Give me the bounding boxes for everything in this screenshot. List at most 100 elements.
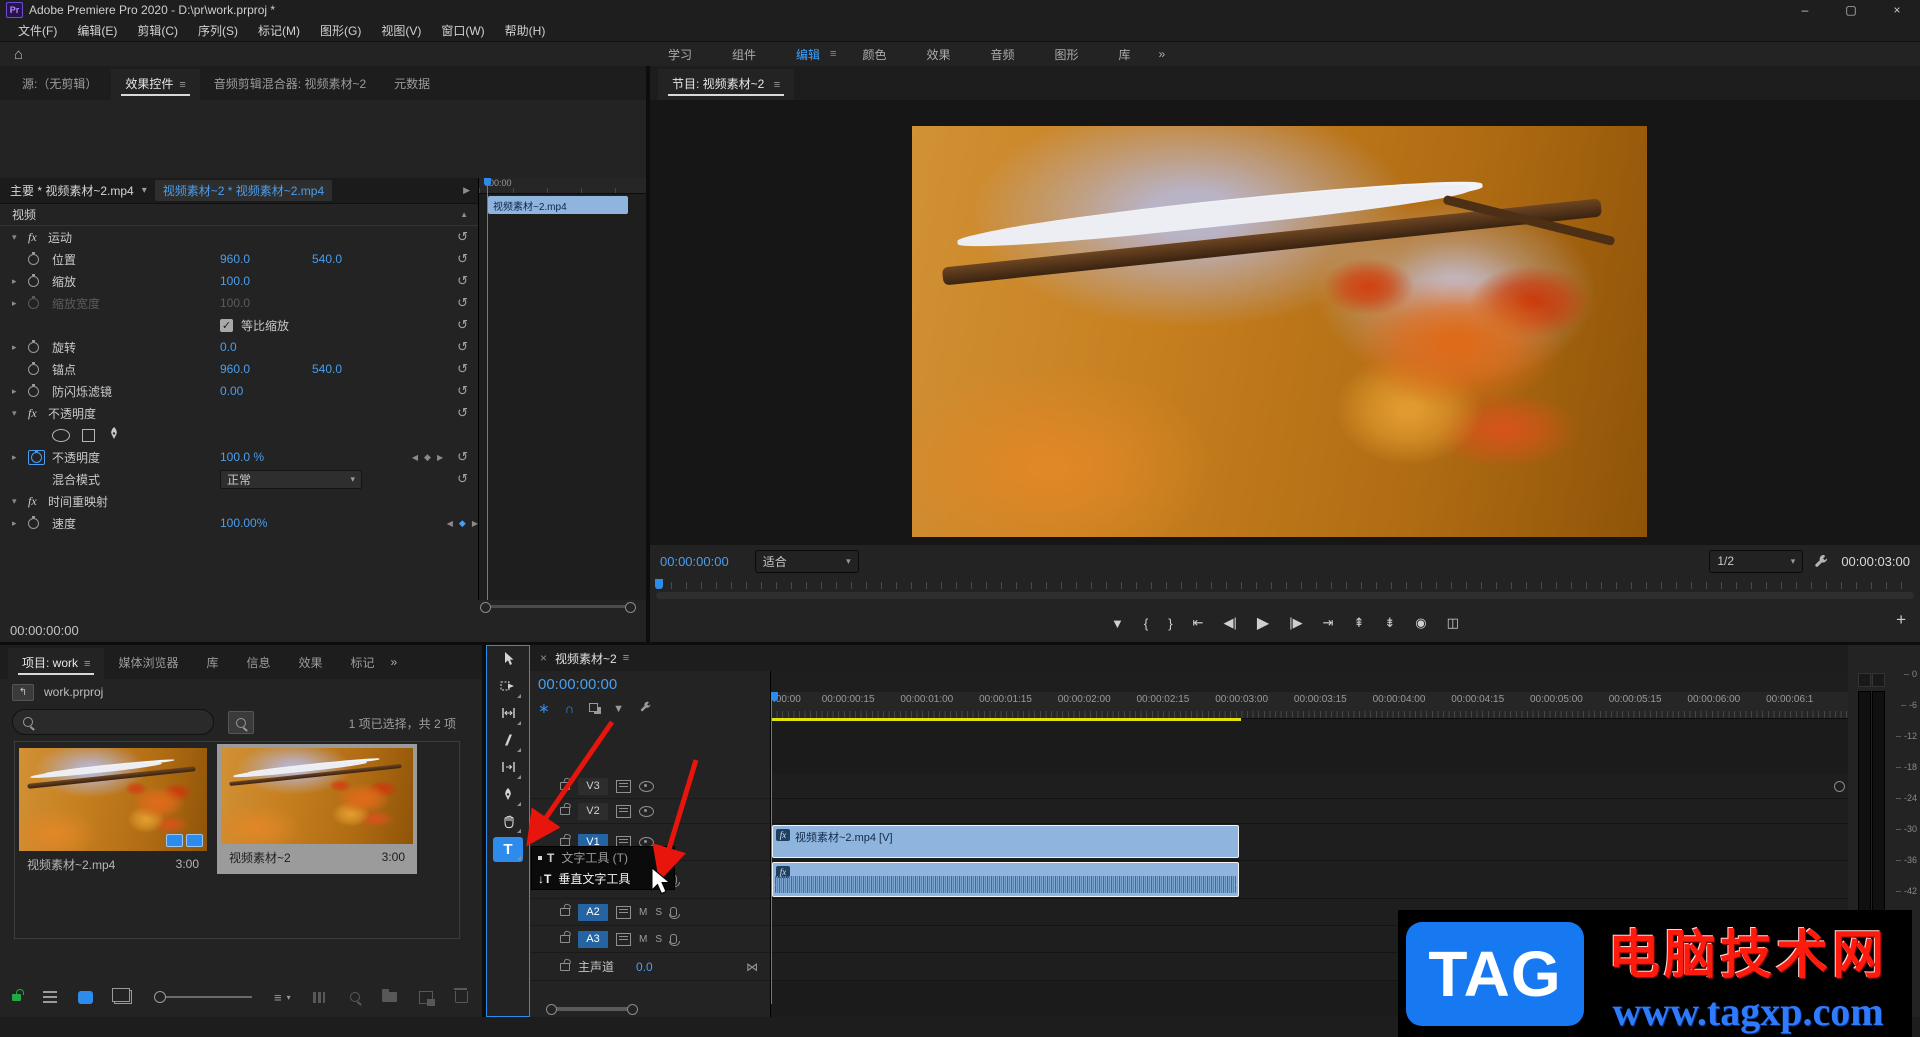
tab-project-3[interactable]: 信息	[232, 648, 284, 679]
navigate-up-icon[interactable]: ↰	[12, 684, 34, 701]
expand-chevron-icon[interactable]: ▾	[12, 496, 28, 507]
mark-out-icon[interactable]: }	[1168, 616, 1172, 631]
reset-parameter-icon[interactable]: ↺	[457, 383, 468, 399]
list-view-icon[interactable]	[43, 991, 57, 1003]
tab-project-0[interactable]: 项目: work≡	[8, 648, 104, 679]
parameter-value[interactable]: 540.0	[312, 362, 404, 376]
snap-icon[interactable]: ∩	[565, 701, 574, 716]
effect-timeline-scrollbar[interactable]	[480, 602, 636, 611]
source-patch-icon[interactable]	[616, 933, 631, 946]
tab-panel[interactable]: 音频剪辑混合器: 视频素材~2	[200, 69, 380, 100]
expand-chevron-icon[interactable]: ▸	[12, 386, 28, 397]
track-badge-V3[interactable]: V3	[578, 778, 608, 795]
add-keyframe-icon[interactable]: ◆	[424, 452, 431, 463]
close-icon[interactable]: ×	[540, 651, 547, 665]
expand-chevron-icon[interactable]: ▾	[12, 408, 28, 419]
parameter-value[interactable]: 100.0	[220, 274, 312, 288]
show-timeline-view-icon[interactable]: ▶	[463, 185, 470, 196]
project-item-2[interactable]: 视频素材~23:00	[217, 744, 417, 874]
parameter-value[interactable]: 960.0	[220, 252, 312, 266]
timeline-settings-icon[interactable]	[639, 700, 652, 716]
master-track-value[interactable]: 0.0	[636, 960, 653, 974]
workspace-tab-效果[interactable]: 效果	[906, 46, 970, 63]
solo-track-icon[interactable]: S	[655, 934, 662, 945]
clear-icon[interactable]	[455, 991, 468, 1003]
previous-keyframe-icon[interactable]: ◀	[447, 519, 453, 528]
toggle-track-output-icon[interactable]	[639, 806, 654, 817]
expand-chevron-icon[interactable]: ▸	[12, 342, 28, 353]
lock-icon[interactable]	[560, 935, 570, 943]
project-writable-icon[interactable]	[12, 994, 21, 1001]
mute-track-icon[interactable]: M	[639, 934, 647, 945]
effect-group-label[interactable]: 不透明度	[48, 405, 96, 422]
add-marker-icon[interactable]: ▼	[1111, 616, 1124, 631]
find-icon[interactable]	[350, 992, 360, 1002]
reset-parameter-icon[interactable]: ↺	[457, 317, 468, 333]
slip-tool[interactable]	[493, 756, 523, 781]
parameter-label[interactable]: 不透明度	[52, 449, 220, 466]
menu-item-窗口W[interactable]: 窗口(W)	[431, 22, 494, 39]
icon-view-icon[interactable]	[79, 992, 92, 1003]
program-timecode[interactable]: 00:00:00:00	[660, 554, 729, 569]
parameter-value[interactable]: 960.0	[220, 362, 312, 376]
workspace-tab-音频[interactable]: 音频	[971, 46, 1035, 63]
stopwatch-icon[interactable]	[28, 342, 39, 353]
project-item-1[interactable]: 视频素材~2.mp43:00	[19, 748, 207, 877]
expand-chevron-icon[interactable]: ▸	[12, 298, 28, 309]
export-frame-icon[interactable]: ◉	[1415, 615, 1426, 631]
source-patch-icon[interactable]	[616, 805, 631, 818]
program-playhead[interactable]	[655, 579, 663, 589]
blend-mode-select[interactable]: 正常▾	[220, 470, 362, 489]
rectangle-mask-icon[interactable]	[82, 429, 95, 442]
workspace-tab-颜色[interactable]: 颜色	[842, 46, 906, 63]
mute-track-icon[interactable]: M	[639, 907, 647, 918]
parameter-label[interactable]: 防闪烁滤镜	[52, 383, 220, 400]
source-patch-icon[interactable]	[616, 780, 631, 793]
source-patch-icon[interactable]	[616, 906, 631, 919]
zoom-right-knob[interactable]	[627, 1004, 638, 1015]
reset-parameter-icon[interactable]: ↺	[457, 295, 468, 311]
zoom-left-knob[interactable]	[546, 1004, 557, 1015]
parameter-label[interactable]: 缩放宽度	[52, 295, 220, 312]
parameter-value[interactable]: 0.0	[220, 340, 312, 354]
timeline-ruler[interactable]: :00:0000:00:00:1500:00:01:0000:00:01:150…	[771, 692, 1848, 719]
parameter-label[interactable]: 缩放	[52, 273, 220, 290]
mini-timeline-clip[interactable]: 视频素材~2.mp4	[488, 196, 628, 214]
solo-track-icon[interactable]: S	[655, 907, 662, 918]
video-clip[interactable]: fx 视频素材~2.mp4 [V]	[772, 825, 1239, 858]
project-path-row[interactable]: ↰ work.prproj	[0, 679, 103, 705]
play-icon[interactable]: ▶	[1257, 613, 1269, 633]
step-forward-icon[interactable]: |▶	[1289, 615, 1302, 631]
track-content-V3[interactable]	[771, 774, 1848, 799]
vertical-scroll-knob[interactable]	[1834, 781, 1845, 792]
step-back-icon[interactable]: ◀|	[1224, 615, 1237, 631]
lock-icon[interactable]	[560, 963, 570, 971]
scrollbar-left-knob[interactable]	[480, 602, 491, 613]
menu-item-编辑E[interactable]: 编辑(E)	[67, 22, 127, 39]
reset-parameter-icon[interactable]: ↺	[457, 361, 468, 377]
collapse-icon[interactable]: ▲	[460, 210, 468, 219]
track-header-V3[interactable]: V3	[530, 774, 770, 799]
usage-badge-icon[interactable]	[186, 834, 203, 847]
panel-menu-icon[interactable]: ≡	[774, 79, 780, 91]
parameter-value[interactable]: 100.00%	[220, 516, 312, 530]
pen-tool[interactable]	[493, 783, 523, 808]
sequence-tab[interactable]: 视频素材~2	[555, 650, 617, 667]
track-select-forward-tool[interactable]	[493, 675, 523, 700]
lock-icon[interactable]	[560, 782, 570, 790]
usage-badge-icon[interactable]	[166, 834, 183, 847]
track-badge-A2[interactable]: A2	[578, 904, 608, 921]
tab-project-4[interactable]: 效果	[284, 648, 336, 679]
audio-clip[interactable]: fx	[772, 862, 1239, 897]
previous-keyframe-icon[interactable]: ◀	[412, 453, 418, 462]
linked-selection-icon[interactable]	[589, 701, 598, 715]
lock-icon[interactable]	[560, 908, 570, 916]
go-to-in-icon[interactable]: ⇤	[1193, 615, 1204, 631]
workspace-tab-学习[interactable]: 学习	[648, 46, 712, 63]
toggle-track-output-icon[interactable]	[639, 781, 654, 792]
stopwatch-active-icon[interactable]	[28, 450, 45, 465]
add-keyframe-icon[interactable]: ◆	[459, 518, 466, 529]
track-badge-V2[interactable]: V2	[578, 803, 608, 820]
search-box[interactable]	[12, 709, 214, 735]
voiceover-record-icon[interactable]	[670, 907, 677, 917]
